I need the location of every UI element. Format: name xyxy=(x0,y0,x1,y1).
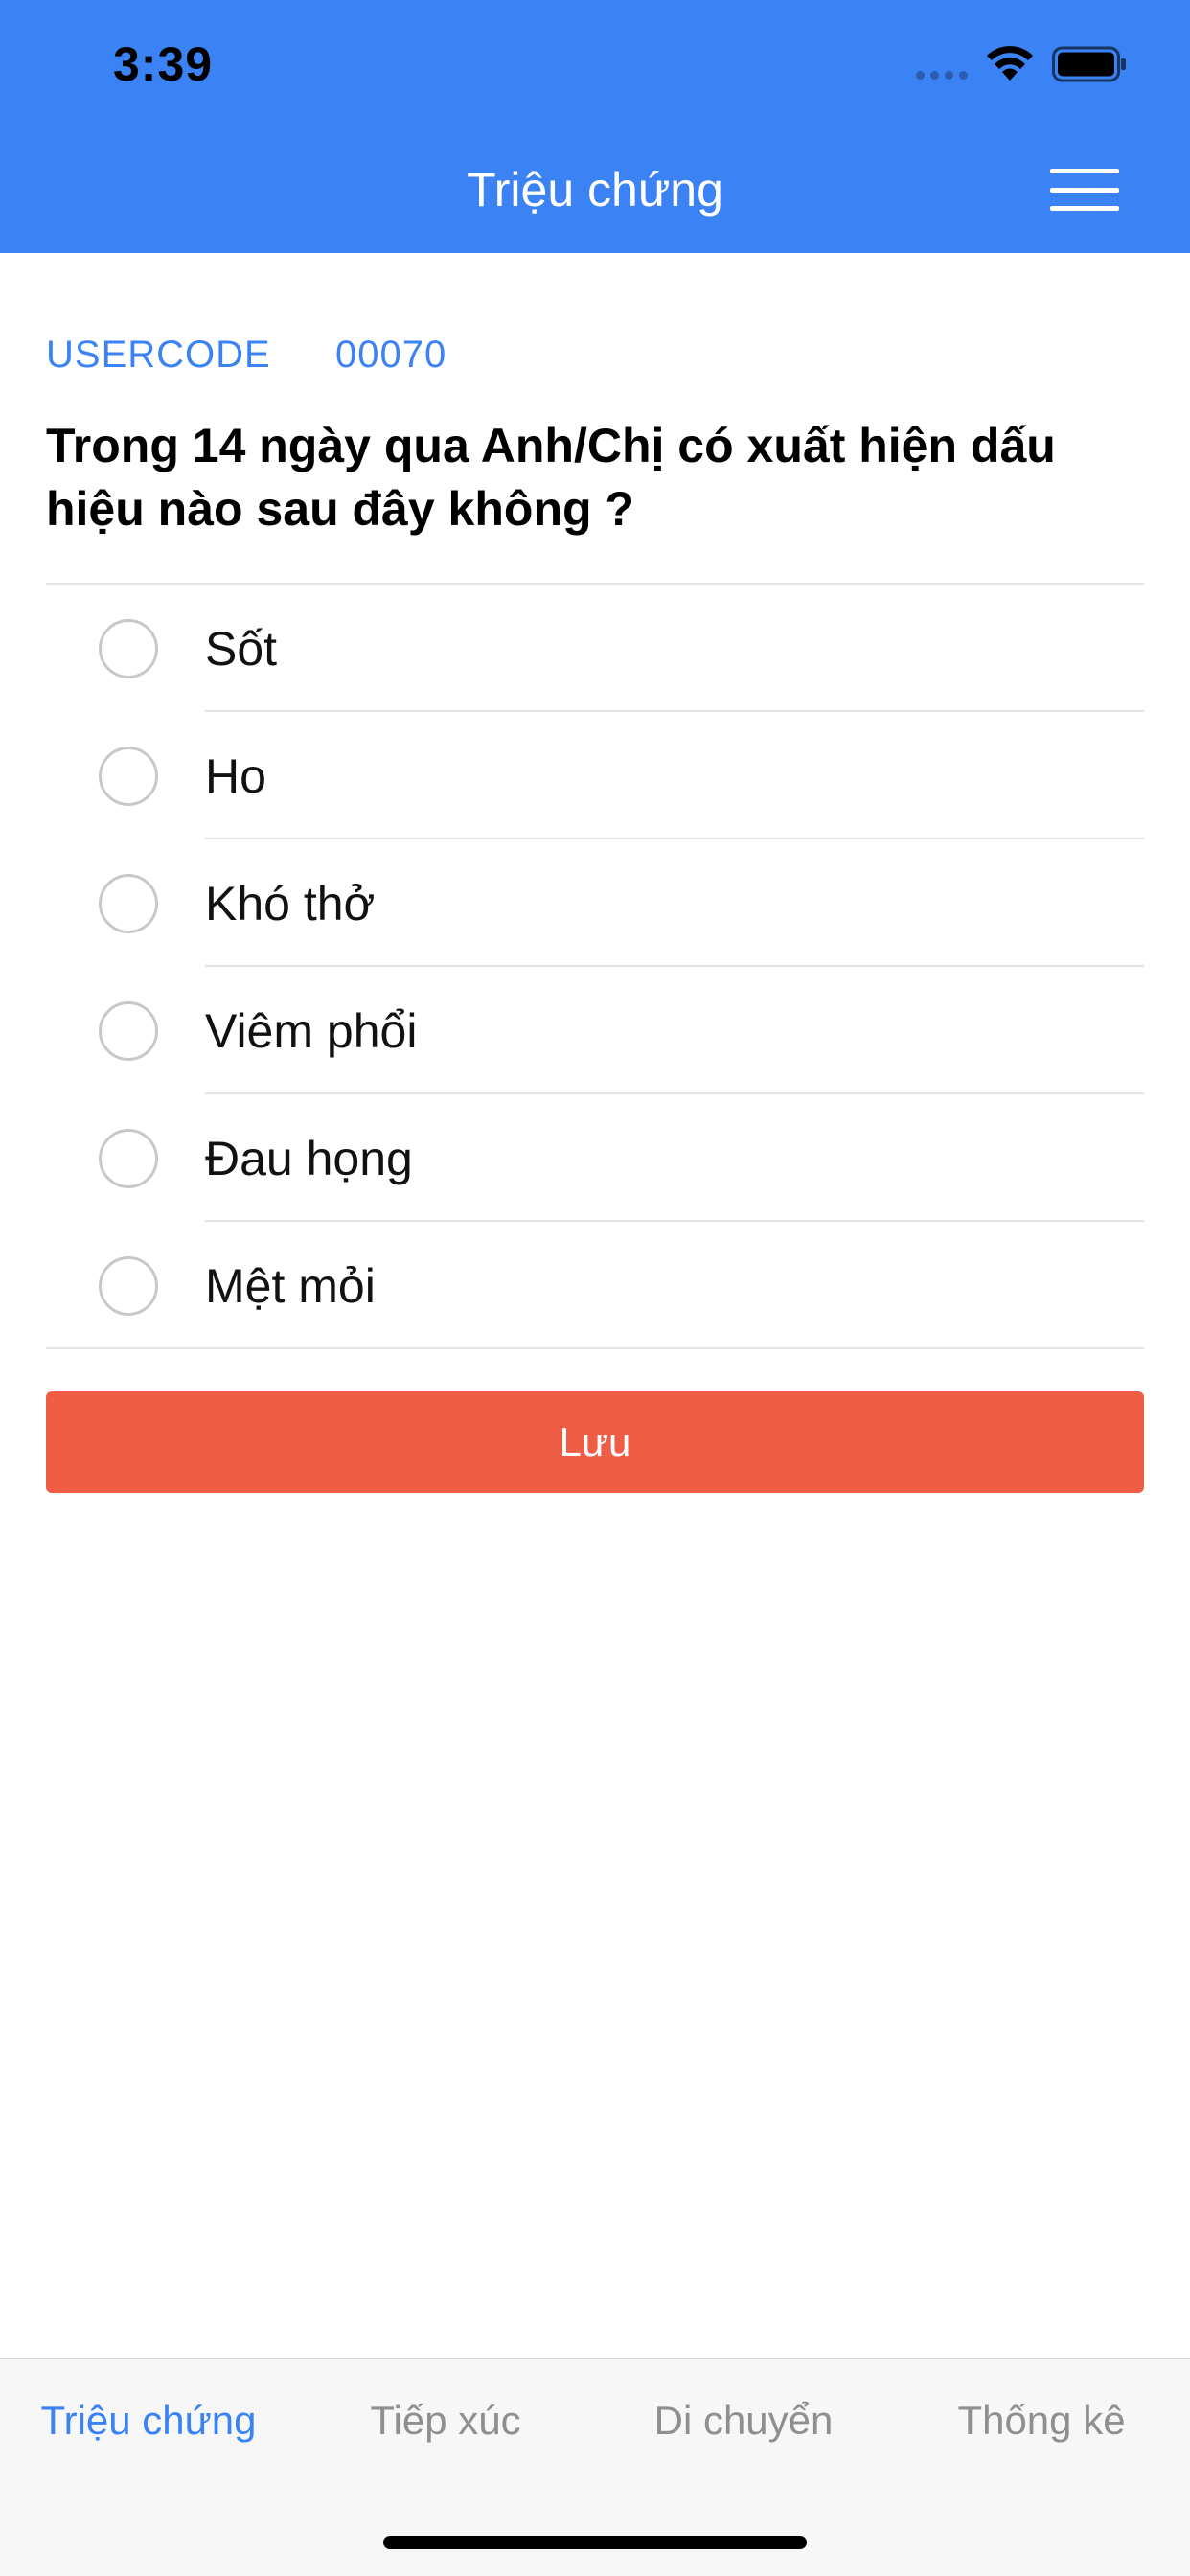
tab-statistics[interactable]: Thống kê xyxy=(893,2392,1190,2450)
usercode-label: USERCODE xyxy=(46,334,271,376)
radio-button[interactable] xyxy=(99,874,158,933)
usercode-row: USERCODE 00070 xyxy=(46,334,446,381)
option-label: Đau họng xyxy=(205,1132,413,1185)
option-label: Sốt xyxy=(205,622,278,676)
hamburger-menu-icon[interactable] xyxy=(1046,163,1123,217)
option-dau-hong[interactable]: Đau họng xyxy=(0,1094,1190,1222)
radio-button[interactable] xyxy=(99,619,158,678)
symptoms-screen: 3:39 Triệu chứng USERCODE 00070 Trong 14… xyxy=(0,0,1190,2576)
symptom-options-list: Sốt Ho Khó thở Viêm phổi Đau họng Mệt mỏ… xyxy=(0,585,1190,1349)
status-time: 3:39 xyxy=(113,37,214,91)
save-button[interactable]: Lưu xyxy=(46,1392,1144,1493)
option-label: Mệt mỏi xyxy=(205,1259,376,1313)
signal-dots-icon xyxy=(916,71,970,80)
usercode-value: 00070 xyxy=(335,334,447,376)
radio-button[interactable] xyxy=(99,1256,158,1316)
radio-button[interactable] xyxy=(99,747,158,806)
page-title: Triệu chứng xyxy=(467,163,723,217)
battery-icon xyxy=(1052,46,1126,82)
tab-symptoms[interactable]: Triệu chứng xyxy=(0,2392,297,2450)
radio-button[interactable] xyxy=(99,1129,158,1188)
tab-movement[interactable]: Di chuyển xyxy=(595,2392,892,2450)
option-viem-phoi[interactable]: Viêm phổi xyxy=(0,967,1190,1094)
home-indicator[interactable] xyxy=(383,2536,807,2549)
tab-contact[interactable]: Tiếp xúc xyxy=(297,2392,594,2450)
option-ho[interactable]: Ho xyxy=(0,712,1190,840)
wifi-icon xyxy=(987,46,1033,80)
app-header: 3:39 Triệu chứng xyxy=(0,0,1190,253)
divider xyxy=(46,1347,1144,1349)
option-met-moi[interactable]: Mệt mỏi xyxy=(0,1222,1190,1349)
option-kho-tho[interactable]: Khó thở xyxy=(0,840,1190,967)
option-sot[interactable]: Sốt xyxy=(0,585,1190,712)
option-label: Khó thở xyxy=(205,877,376,931)
option-label: Viêm phổi xyxy=(205,1004,418,1058)
option-label: Ho xyxy=(205,749,266,803)
radio-button[interactable] xyxy=(99,1001,158,1061)
question-text: Trong 14 ngày qua Anh/Chị có xuất hiện d… xyxy=(46,419,1056,536)
